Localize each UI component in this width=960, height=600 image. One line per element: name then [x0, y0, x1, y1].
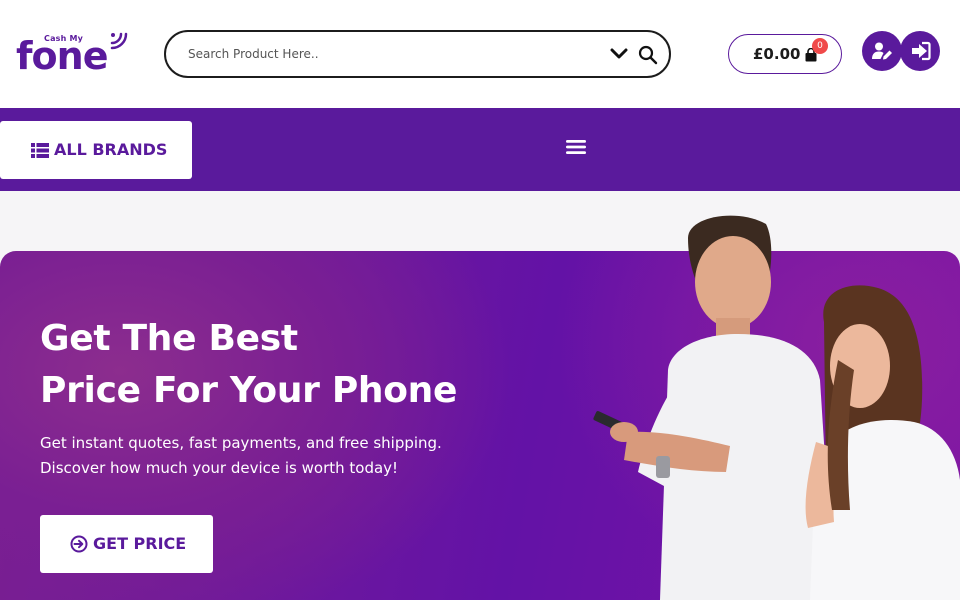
couple-with-phone-photo — [593, 215, 960, 600]
all-brands-button[interactable]: ALL BRANDS — [0, 121, 192, 179]
hero-title: Get The Best Price For Your Phone — [40, 313, 457, 417]
register-button[interactable] — [862, 31, 902, 71]
woman-figure — [805, 285, 960, 600]
hamburger-icon[interactable] — [565, 138, 587, 156]
chevron-down-icon[interactable] — [610, 46, 628, 62]
user-edit-icon — [872, 42, 892, 60]
sign-in-icon — [912, 41, 931, 61]
site-header: Cash My fone £0.00 0 — [0, 0, 960, 108]
site-logo[interactable]: Cash My fone — [16, 32, 128, 78]
list-icon — [31, 143, 49, 158]
get-price-button[interactable]: GET PRICE — [40, 515, 213, 573]
get-price-label: GET PRICE — [93, 534, 187, 553]
hero-subtitle-line-2: Discover how much your device is worth t… — [40, 459, 399, 477]
hero-subtitle: Get instant quotes, fast payments, and f… — [40, 431, 442, 481]
login-button[interactable] — [900, 31, 940, 71]
search-icon[interactable] — [638, 45, 658, 65]
wifi-signal-icon — [110, 32, 128, 50]
logo-big-text: fone — [16, 34, 108, 78]
search-input[interactable] — [188, 44, 588, 64]
hero-subtitle-line-1: Get instant quotes, fast payments, and f… — [40, 434, 442, 452]
main-navbar: ALL BRANDS — [0, 108, 960, 191]
arrow-circle-right-icon — [70, 535, 88, 553]
cart-count-badge: 0 — [812, 38, 828, 54]
hero-title-line-2: Price For Your Phone — [40, 370, 458, 411]
man-figure — [593, 215, 834, 600]
search-bar — [164, 30, 671, 78]
cart-total: £0.00 — [753, 45, 801, 63]
cart-button[interactable]: £0.00 0 — [728, 34, 842, 74]
hero-title-line-1: Get The Best — [40, 318, 298, 359]
all-brands-label: ALL BRANDS — [54, 140, 168, 159]
